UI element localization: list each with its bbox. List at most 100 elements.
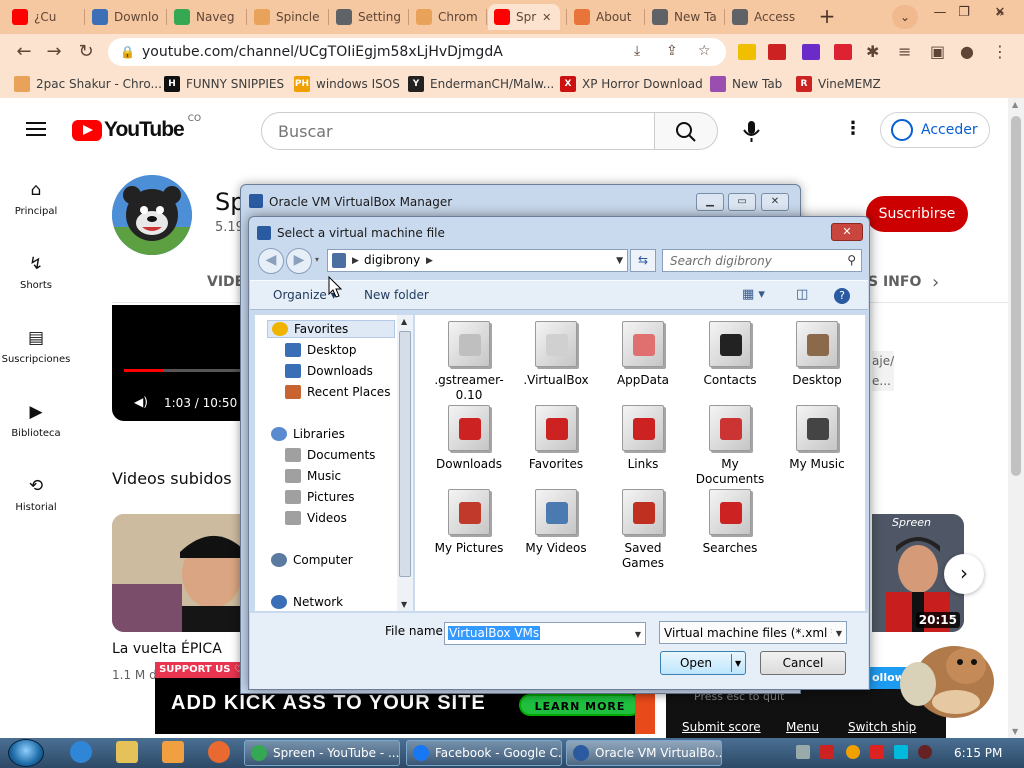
system-clock[interactable]: 6:15 PM (954, 746, 1002, 760)
nav-item-network[interactable]: Network (271, 593, 343, 611)
bookmark-item[interactable]: New Tab (710, 75, 782, 93)
carousel-next-button[interactable]: › (944, 554, 984, 594)
sidebar-item-shorts[interactable]: ↯ Shorts (0, 254, 72, 291)
folder-item[interactable]: Searches (690, 489, 770, 556)
folder-item[interactable]: Downloads (429, 405, 509, 472)
browser-tab[interactable]: Chrom (410, 4, 482, 30)
video-player[interactable]: ◀) 1:03 / 10:50 (112, 305, 242, 421)
bookmark-item[interactable]: Y EndermanCH/Malw... (408, 75, 554, 93)
browser-tab[interactable]: Setting (330, 4, 404, 30)
extension-icon[interactable] (834, 44, 852, 60)
media-player-icon[interactable] (162, 741, 184, 763)
more-bookmarks-button[interactable]: » (996, 5, 1005, 21)
media-icon[interactable]: ≡ (898, 42, 911, 61)
address-bar[interactable]: 🔒 youtube.com/channel/UCgTOIiEgjm58xLjHv… (108, 38, 726, 66)
close-tab-icon[interactable]: ✕ (542, 11, 551, 24)
scrollbar-thumb[interactable] (1011, 116, 1021, 476)
scroll-down-arrow[interactable]: ▼ (401, 600, 407, 609)
folder-item[interactable]: Desktop (777, 321, 857, 388)
tray-icon[interactable] (870, 745, 884, 759)
nav-item-computer[interactable]: Computer (271, 551, 353, 569)
extension-icon[interactable] (738, 44, 756, 60)
browser-tab[interactable]: New Ta (646, 4, 720, 30)
menu-link[interactable]: Menu (786, 720, 819, 734)
scroll-up-arrow[interactable]: ▲ (401, 317, 407, 326)
chevron-right-icon[interactable]: ▶ (352, 256, 359, 266)
sidebar-item-suscripciones[interactable]: ▤ Suscripciones (0, 328, 72, 365)
file-name-input[interactable]: VirtualBox VMs ▼ (444, 622, 646, 645)
bookmark-item[interactable]: R VineMEMZ (796, 75, 881, 93)
restore-button[interactable]: ❐ (952, 3, 976, 23)
youtube-logo[interactable]: YouTube CO (72, 114, 201, 142)
tab-search-button[interactable]: ⌄ (892, 5, 918, 29)
voice-search-button[interactable] (732, 112, 772, 150)
browser-tab[interactable]: About (568, 4, 640, 30)
scroll-down-arrow[interactable]: ▼ (1012, 727, 1018, 736)
forward-button[interactable]: → (42, 40, 66, 64)
recent-locations-icon[interactable]: ▾ (315, 255, 319, 264)
chevron-right-icon[interactable]: › (932, 272, 939, 293)
folder-item[interactable]: My Videos (516, 489, 596, 556)
volume-icon[interactable]: ◀) (134, 395, 148, 409)
folder-item[interactable]: Saved Games (603, 489, 683, 571)
bookmark-item[interactable]: H FUNNY SNIPPIES (164, 75, 284, 93)
folder-search-input[interactable]: Search digibrony ⚲ (662, 249, 862, 272)
nav-item-downloads[interactable]: Downloads (285, 362, 373, 380)
folder-item[interactable]: Contacts (690, 321, 770, 388)
cancel-button[interactable]: Cancel (760, 651, 846, 675)
tray-icon[interactable] (894, 745, 908, 759)
open-button[interactable]: Open ▼ (660, 651, 746, 675)
bookmark-star-icon[interactable]: ☆ (698, 43, 711, 59)
chevron-down-icon[interactable]: ▼ (836, 629, 842, 638)
tray-icon[interactable] (796, 745, 810, 759)
maximize-button[interactable]: ▭ (728, 193, 756, 211)
nav-item-videos[interactable]: Videos (285, 509, 347, 527)
file-type-select[interactable]: Virtual machine files (*.xml *.vb ▼ (659, 621, 847, 644)
refresh-button[interactable]: ⇆ (630, 249, 656, 272)
paint-icon[interactable] (208, 741, 230, 763)
share-icon[interactable]: ⇪ (666, 43, 678, 59)
sidebar-item-principal[interactable]: ⌂ Principal (0, 180, 72, 217)
taskbar-window-button[interactable]: Oracle VM VirtualBo... (566, 740, 722, 766)
support-us-label[interactable]: SUPPORT US ♡ (155, 662, 247, 678)
tray-icon[interactable] (846, 745, 860, 759)
subscribe-button[interactable]: Suscribirse (866, 196, 968, 232)
back-arrow-icon[interactable]: ◀ (258, 248, 284, 274)
dialog-close-button[interactable]: ✕ (831, 223, 863, 241)
nav-item-documents[interactable]: Documents (285, 446, 375, 464)
browser-tab[interactable]: Naveg (168, 4, 242, 30)
extension-icon[interactable] (768, 44, 786, 60)
sign-in-button[interactable]: Acceder (880, 112, 990, 148)
browser-tab[interactable]: Spincle (248, 4, 324, 30)
preview-pane-icon[interactable]: ◫ (796, 287, 808, 302)
chevron-down-icon[interactable]: ▼ (616, 256, 623, 266)
chevron-down-icon[interactable]: ▼ (735, 653, 741, 675)
tab-info[interactable]: S INFO (868, 274, 921, 290)
video-progress-bar[interactable] (124, 369, 242, 372)
folder-item[interactable]: Favorites (516, 405, 596, 472)
scroll-up-arrow[interactable]: ▲ (1012, 100, 1018, 109)
install-icon[interactable]: ⤓ (634, 43, 640, 59)
breadcrumb-folder[interactable]: digibrony (364, 253, 420, 267)
reload-button[interactable]: ↻ (74, 40, 98, 64)
back-button[interactable]: ← (12, 40, 36, 64)
extension-icon[interactable] (802, 44, 820, 60)
internet-explorer-icon[interactable] (70, 741, 92, 763)
sidebar-item-biblioteca[interactable]: ▶ Biblioteca (0, 402, 72, 439)
tray-icon[interactable] (918, 745, 932, 759)
browser-tab[interactable]: Downlo (86, 4, 162, 30)
submit-score-link[interactable]: Submit score (682, 720, 761, 734)
close-button[interactable]: ✕ (761, 193, 789, 211)
taskbar-window-button[interactable]: Spreen - YouTube - ... (244, 740, 400, 766)
video-thumbnail[interactable] (112, 514, 242, 632)
bookmark-item[interactable]: PH windows ISOS (294, 75, 400, 93)
menu-icon[interactable] (26, 122, 46, 124)
forward-arrow-icon[interactable]: ▶ (286, 248, 312, 274)
browser-tab[interactable]: ¿Cu (6, 4, 80, 30)
folder-item[interactable]: My Music (777, 405, 857, 472)
folder-item[interactable]: AppData (603, 321, 683, 388)
learn-more-button[interactable]: LEARN MORE (519, 694, 641, 716)
new-folder-button[interactable]: New folder (364, 288, 429, 302)
scrollbar-thumb[interactable] (399, 331, 411, 577)
nav-item-favorites[interactable]: Favorites (267, 320, 395, 338)
